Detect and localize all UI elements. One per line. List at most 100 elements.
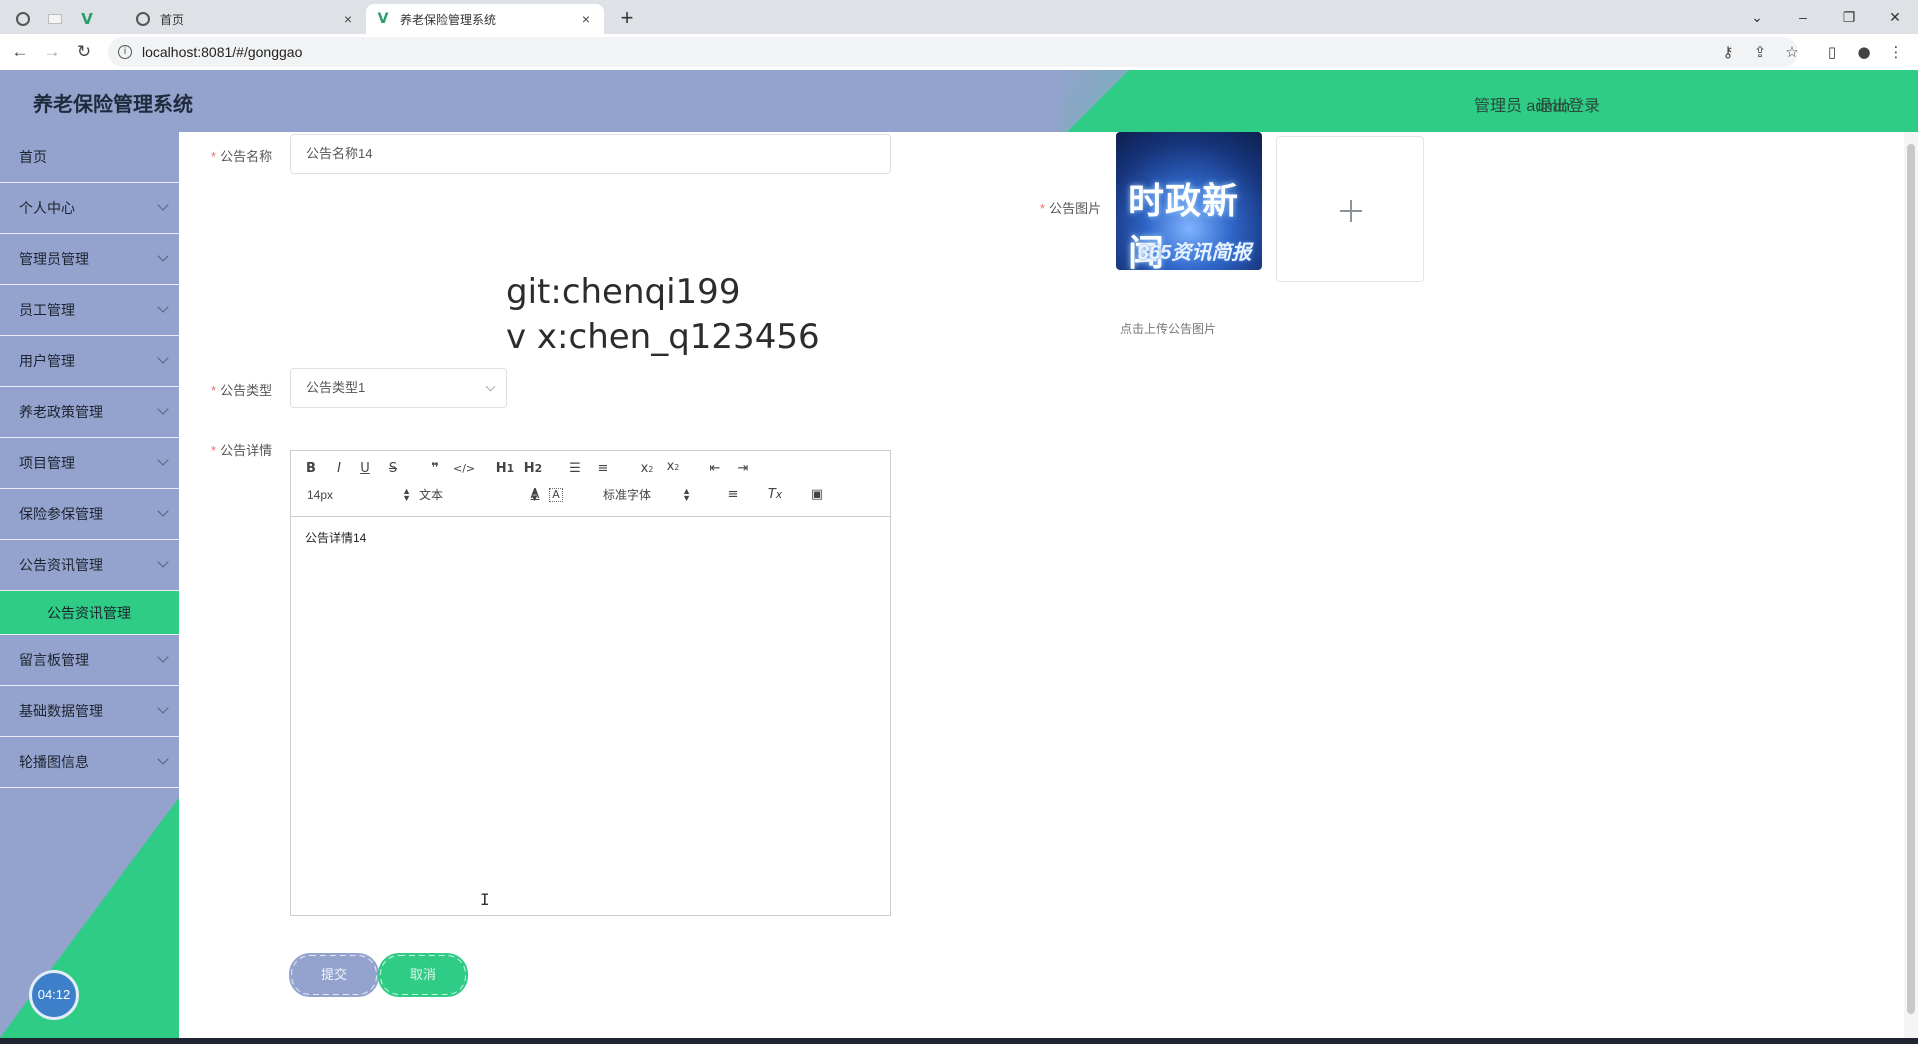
text-cursor-icon: I <box>480 890 490 909</box>
site-info-icon[interactable]: i <box>118 45 132 59</box>
strikethrough-icon[interactable]: S <box>383 459 403 479</box>
detail-label-text: 公告详情 <box>220 443 273 458</box>
chevron-down-icon <box>485 381 496 392</box>
profile-icon[interactable]: ● <box>1852 40 1876 64</box>
outdent-icon[interactable]: ⇤ <box>705 459 725 479</box>
image-upload-button[interactable] <box>1276 136 1424 282</box>
sidebar-item-label: 个人中心 <box>19 200 75 216</box>
tab-app[interactable]: V 养老保险管理系统 × <box>366 4 604 34</box>
chevron-down-icon <box>157 352 169 364</box>
menu-kebab-icon[interactable]: ⋮ <box>1884 40 1908 64</box>
sidebar-item-label: 养老政策管理 <box>19 404 103 420</box>
heading-1-icon[interactable]: H1 <box>495 459 515 479</box>
italic-icon[interactable]: I <box>329 459 349 479</box>
required-asterisk: * <box>211 149 217 164</box>
sidebar-item-carousel[interactable]: 轮播图信息 <box>0 737 179 788</box>
tab-home[interactable]: 首页 × <box>126 4 366 34</box>
sidebar-item-insurance[interactable]: 保险参保管理 <box>0 489 179 540</box>
share-icon[interactable]: ⇪ <box>1748 40 1772 64</box>
font-size-value: 14px <box>307 488 334 502</box>
superscript-icon[interactable]: x2 <box>663 457 683 477</box>
sidebar-item-admins[interactable]: 管理员管理 <box>0 234 179 285</box>
chevron-down-icon <box>157 651 169 663</box>
url-text: localhost:8081/#/gonggao <box>142 44 303 60</box>
pinned-tab-blank[interactable] <box>40 6 70 32</box>
watermark-line-1: git:chenqi199 <box>506 272 741 312</box>
blank-page-icon <box>48 14 62 24</box>
sidebar-item-announcements[interactable]: 公告资讯管理 <box>0 540 179 591</box>
sidebar-item-basedata[interactable]: 基础数据管理 <box>0 686 179 737</box>
globe-icon <box>16 12 30 26</box>
taskbar-edge <box>0 1038 1918 1044</box>
required-asterisk: * <box>211 443 217 458</box>
sidebar-item-home[interactable]: 首页 <box>0 132 179 183</box>
underline-icon[interactable]: U <box>355 459 375 479</box>
name-label-text: 公告名称 <box>220 149 273 164</box>
restore-button[interactable]: ❐ <box>1826 4 1872 30</box>
thumbnail-text-sub: 365资讯简报 <box>1138 242 1252 264</box>
heading-2-icon[interactable]: H2 <box>523 459 543 479</box>
background-color-icon[interactable]: A <box>549 488 563 502</box>
forward-icon[interactable]: → <box>40 40 64 64</box>
browser-toolbar: ← → ↻ i localhost:8081/#/gonggao ⚷ ⇪ ☆ ▯… <box>0 34 1918 70</box>
sidebar-item-label: 员工管理 <box>19 302 75 318</box>
uploaded-image-thumbnail[interactable]: 时政新闻 365资讯简报 <box>1116 132 1262 270</box>
sidebar-item-label: 首页 <box>19 149 47 165</box>
text-color-icon[interactable]: A <box>525 485 545 505</box>
subscript-icon[interactable]: x2 <box>637 459 657 479</box>
bullet-list-icon[interactable]: ≡ <box>593 459 613 479</box>
logout-link[interactable]: 退出登录 <box>1536 92 1600 116</box>
editor-content[interactable]: 公告详情14 <box>291 517 890 558</box>
cancel-button[interactable]: 取消 <box>378 953 468 997</box>
sidebar-item-projects[interactable]: 项目管理 <box>0 438 179 489</box>
required-asterisk: * <box>211 383 217 398</box>
bold-icon[interactable]: B <box>301 459 321 479</box>
bookmark-star-icon[interactable]: ☆ <box>1780 40 1804 64</box>
sidebar-item-messageboard[interactable]: 留言板管理 <box>0 635 179 686</box>
close-window-button[interactable]: ✕ <box>1872 4 1918 30</box>
font-family-picker[interactable]: 标准字体 ▲ ▼ <box>603 485 691 505</box>
type-select[interactable]: 公告类型1 <box>290 368 507 408</box>
detail-label: * 公告详情 <box>211 440 272 459</box>
minimize-button[interactable]: – <box>1780 4 1826 30</box>
page-scrollbar[interactable] <box>1904 132 1918 1038</box>
clear-format-icon[interactable]: Tx <box>765 485 785 505</box>
block-format-picker[interactable]: 文本 ▲ ▼ <box>419 485 539 505</box>
sidebar-item-label: 管理员管理 <box>19 251 89 267</box>
sidebar-item-policy[interactable]: 养老政策管理 <box>0 387 179 438</box>
sidebar-subitem-announcements[interactable]: 公告资讯管理 <box>0 591 179 635</box>
chevron-down-icon <box>157 301 169 313</box>
tab-search-icon[interactable]: ⌄ <box>1734 4 1780 30</box>
sidebar-item-staff[interactable]: 员工管理 <box>0 285 179 336</box>
font-size-picker[interactable]: 14px ▲ ▼ <box>307 485 411 505</box>
sidebar-item-label: 用户管理 <box>19 353 75 369</box>
close-tab-icon[interactable]: × <box>340 11 356 27</box>
image-icon[interactable]: ▣ <box>807 485 827 505</box>
scrollbar-thumb[interactable] <box>1907 144 1915 1014</box>
upload-tip: 点击上传公告图片 <box>1120 322 1217 336</box>
name-input[interactable]: 公告名称14 <box>290 134 891 174</box>
pinned-tab-vue[interactable]: V <box>72 6 102 32</box>
sidebar-item-profile[interactable]: 个人中心 <box>0 183 179 234</box>
sidebar-item-users[interactable]: 用户管理 <box>0 336 179 387</box>
name-label: * 公告名称 <box>211 146 272 165</box>
side-panel-icon[interactable]: ▯ <box>1820 40 1844 64</box>
reload-icon[interactable]: ↻ <box>72 40 96 64</box>
chevron-down-icon <box>157 199 169 211</box>
submit-button[interactable]: 提交 <box>289 953 379 997</box>
tab-strip: V 首页 × V 养老保险管理系统 × + ⌄ – ❐ ✕ <box>0 0 1918 34</box>
close-tab-icon[interactable]: × <box>578 11 594 27</box>
updown-arrows-icon: ▲ ▼ <box>402 486 412 503</box>
align-icon[interactable]: ≡ <box>723 485 743 505</box>
type-label: * 公告类型 <box>211 380 272 399</box>
blockquote-icon[interactable]: ❞ <box>425 459 445 479</box>
new-tab-button[interactable]: + <box>614 6 640 32</box>
code-block-icon[interactable]: </> <box>453 459 475 479</box>
updown-arrows-icon: ▲ ▼ <box>682 486 692 503</box>
indent-icon[interactable]: ⇥ <box>733 459 753 479</box>
ordered-list-icon[interactable]: ☰ <box>565 459 585 479</box>
address-bar[interactable]: i localhost:8081/#/gonggao <box>108 37 1798 67</box>
back-icon[interactable]: ← <box>8 40 32 64</box>
pinned-tab-globe[interactable] <box>8 6 38 32</box>
key-icon[interactable]: ⚷ <box>1716 40 1740 64</box>
